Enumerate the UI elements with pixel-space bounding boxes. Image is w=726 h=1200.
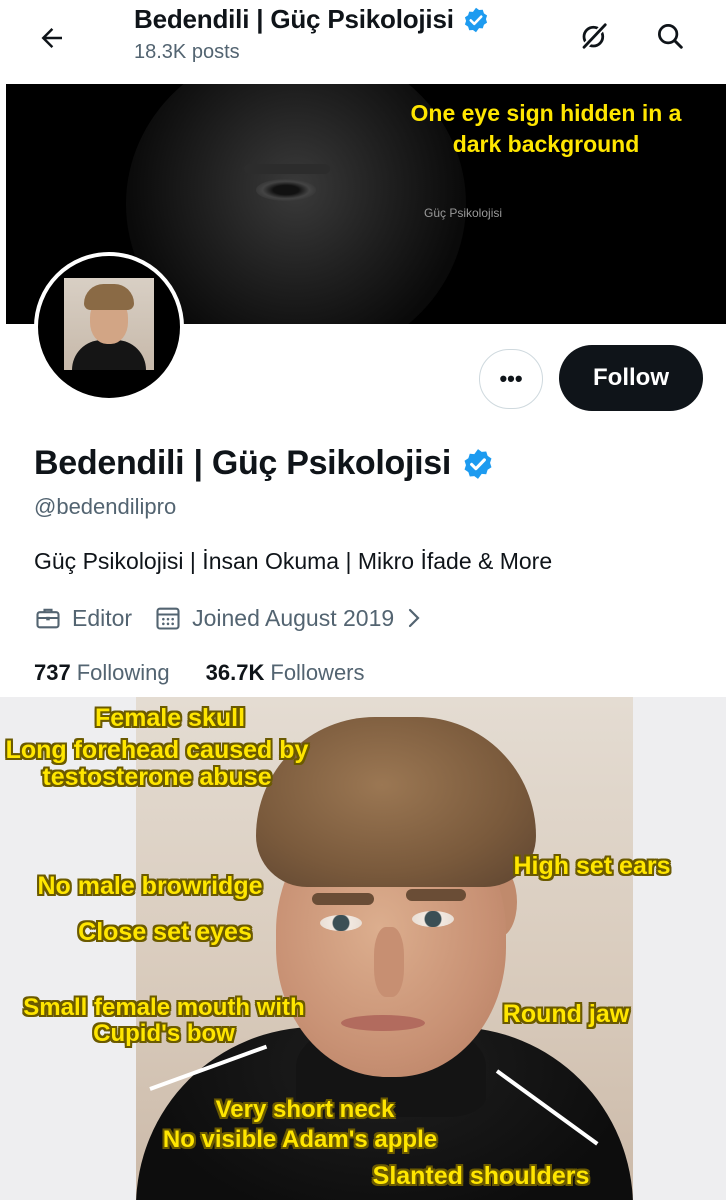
annotation-high-ears: High set ears (513, 852, 671, 880)
profile-meta: Editor Joined August 2019 (34, 604, 446, 632)
portrait-mouth (341, 1015, 425, 1031)
header-title: Bedendili | Güç Psikolojisi (134, 4, 490, 35)
verified-badge-icon (464, 7, 487, 32)
annotation-female-skull: Female skull (94, 704, 246, 732)
profile-category-label: Editor (72, 604, 133, 631)
profile-bio: Güç Psikolojisi | İnsan Okuma | Mikro İf… (34, 548, 553, 574)
profile-joined-label: Joined August 2019 (192, 604, 395, 631)
portrait-brow-right (406, 889, 466, 901)
posts-count: 18.3K posts (134, 41, 240, 63)
avatar[interactable] (34, 252, 184, 402)
portrait-eye-left (320, 915, 362, 931)
profile-header: Bedendili | Güç Psikolojisi 18.3K posts (0, 0, 726, 84)
grok-button[interactable] (570, 12, 618, 60)
banner-eye (256, 179, 316, 201)
annotation-round-jaw: Round jaw (502, 1000, 630, 1028)
profile-name: Bedendili | Güç Psikolojisi (34, 444, 495, 483)
profile-name-text: Bedendili | Güç Psikolojisi (34, 444, 452, 482)
profile-stats: 737 Following 36.7K Followers (34, 660, 365, 686)
followers-count: 36.7K (205, 660, 265, 685)
arrow-left-icon (41, 28, 62, 48)
annotated-photo: Female skull Long forehead caused by tes… (0, 697, 726, 1200)
annotation-close-eyes: Close set eyes (78, 918, 252, 946)
portrait-eye-right (412, 911, 454, 927)
profile-category: Editor (34, 604, 132, 632)
following-count: 737 (34, 660, 71, 685)
avatar-photo (64, 278, 154, 370)
banner-brow (244, 164, 330, 174)
grok-icon (581, 23, 607, 50)
briefcase-icon (36, 608, 60, 629)
portrait-brow-left (312, 893, 374, 905)
annotation-no-adams-apple: No visible Adam's apple (162, 1126, 438, 1153)
chevron-right-icon (409, 608, 420, 628)
verified-badge-icon[interactable] (461, 447, 495, 481)
avatar-hair (84, 284, 134, 310)
header-title-block: Bedendili | Güç Psikolojisi 18.3K posts (134, 4, 490, 64)
search-button[interactable] (646, 12, 694, 60)
annotation-short-neck: Very short neck (215, 1096, 395, 1123)
following-label: Following (76, 660, 170, 685)
header-title-text: Bedendili | Güç Psikolojisi (134, 4, 454, 34)
avatar-body (72, 340, 146, 370)
annotation-long-forehead: Long forehead caused by testosterone abu… (5, 736, 309, 791)
profile-handle: @bedendilipro (34, 494, 177, 519)
following-link[interactable]: 737 Following (34, 660, 170, 686)
search-icon (658, 24, 683, 49)
banner-caption: One eye sign hidden in a dark background (410, 100, 682, 157)
followers-label: Followers (270, 660, 365, 685)
back-button[interactable] (30, 16, 74, 60)
follow-button[interactable]: Follow (559, 345, 703, 411)
annotation-slanted-shoulders: Slanted shoulders (372, 1162, 590, 1190)
profile-joined[interactable]: Joined August 2019 (154, 604, 424, 632)
annotation-small-mouth: Small female mouth with Cupid's bow (23, 994, 305, 1047)
annotation-no-browridge: No male browridge (37, 872, 263, 900)
portrait-nose (374, 927, 404, 997)
followers-link[interactable]: 36.7K Followers (206, 660, 365, 686)
banner-watermark: Güç Psikolojisi (424, 206, 503, 220)
calendar-icon (156, 607, 180, 630)
more-options-button[interactable]: ••• (479, 349, 543, 409)
